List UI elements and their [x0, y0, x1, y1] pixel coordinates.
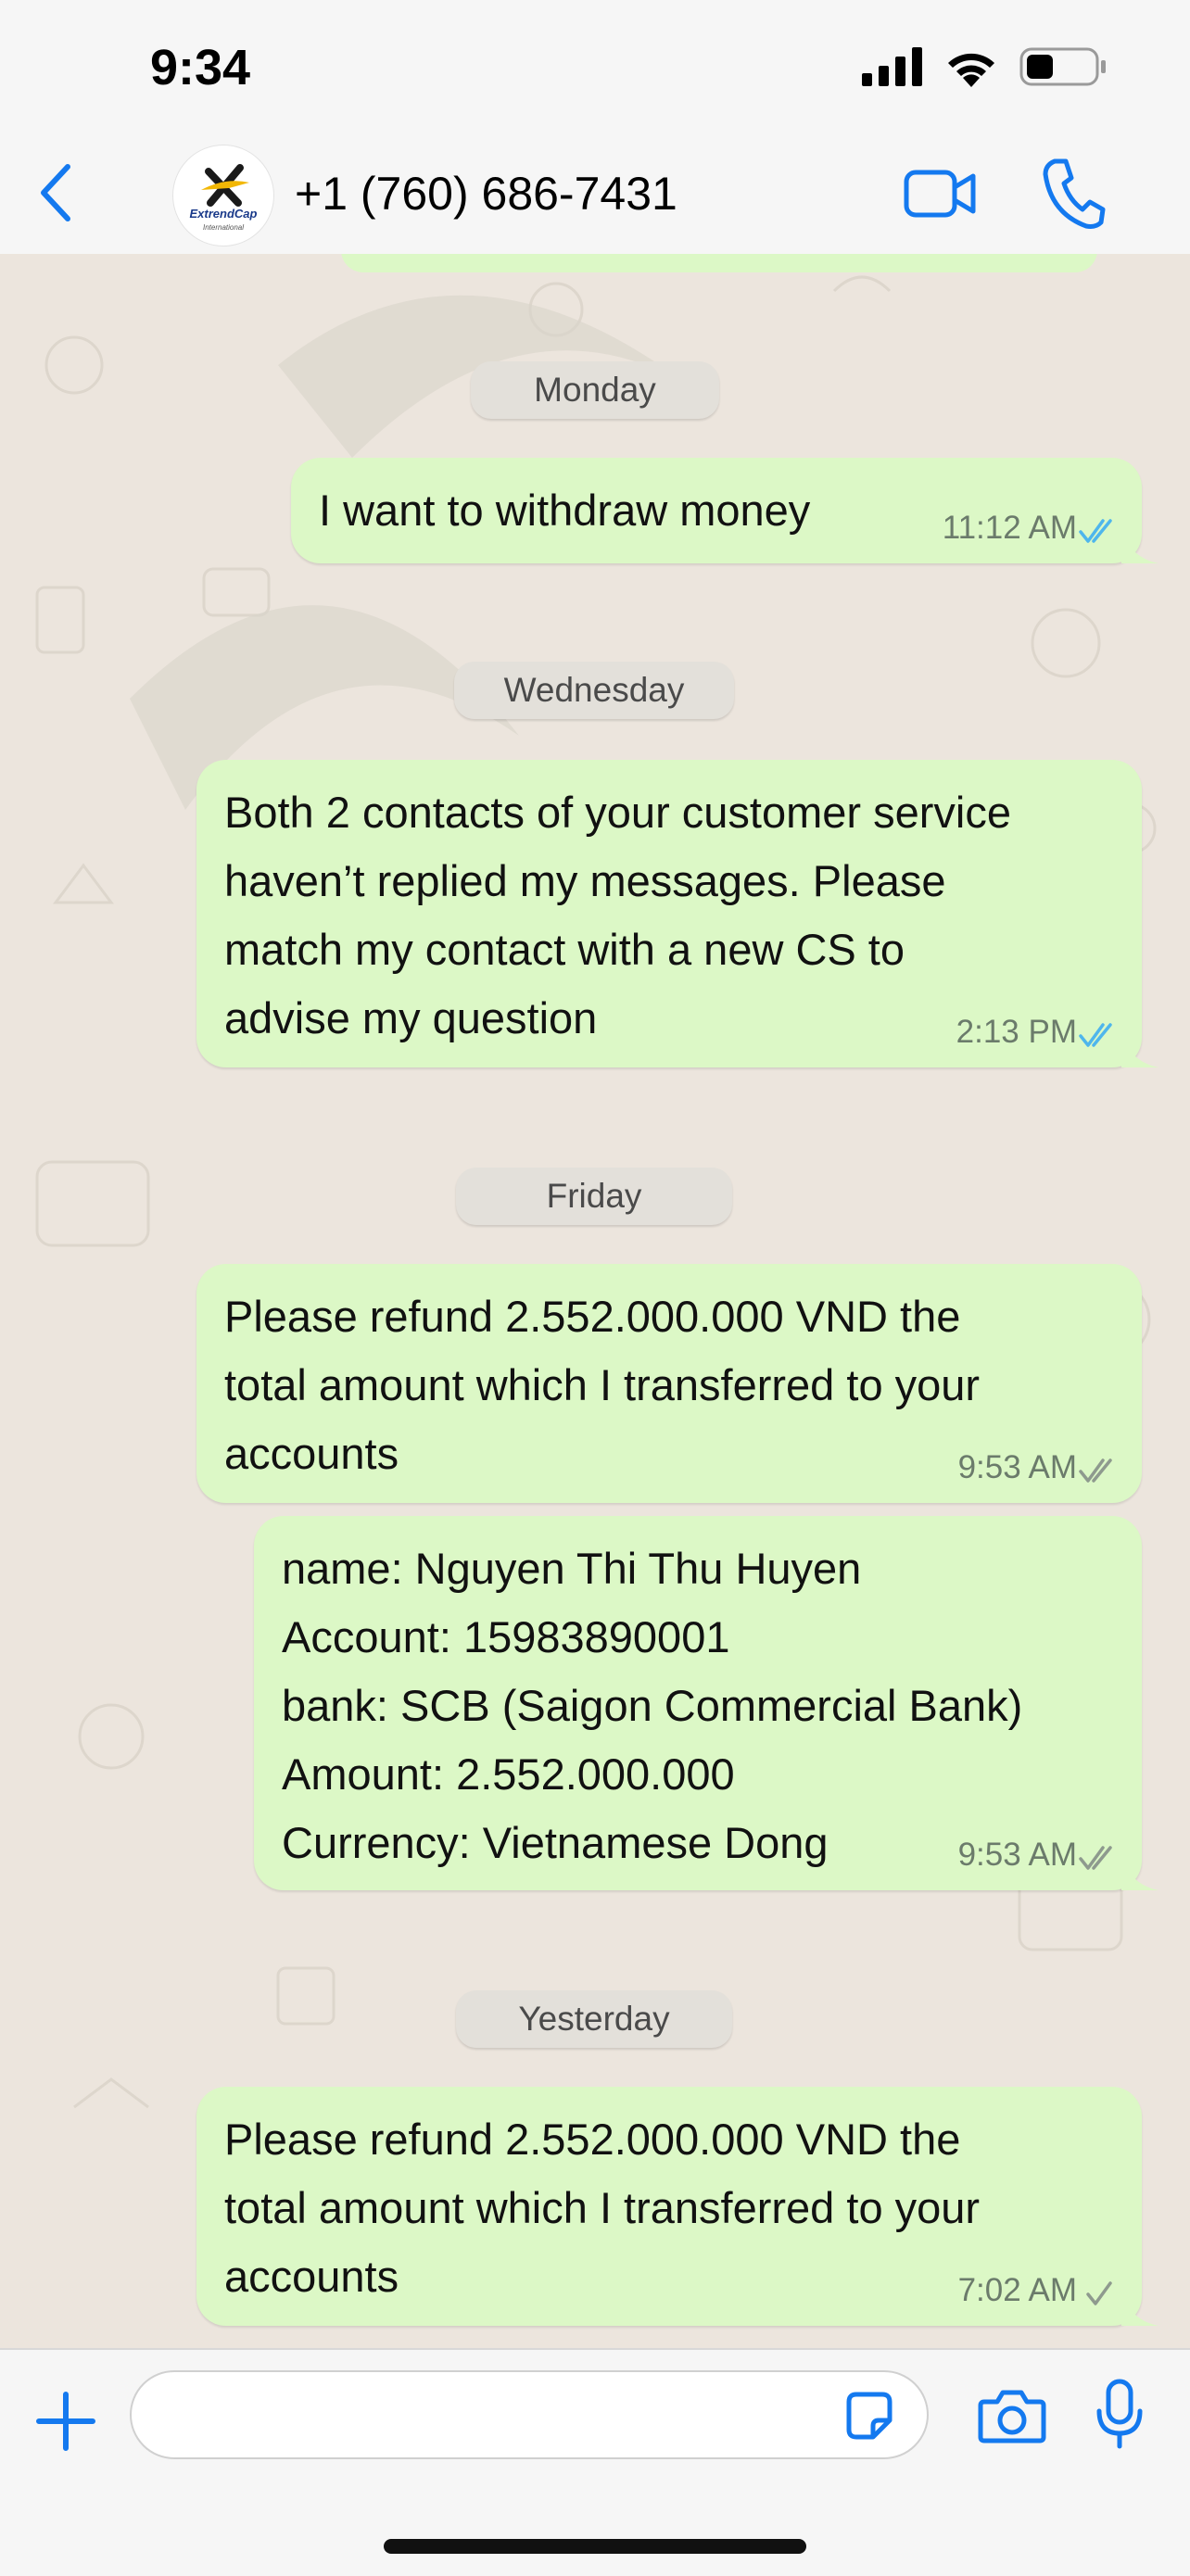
day-separator: Monday — [471, 361, 719, 419]
message-time: 11:12 AM — [942, 510, 1077, 546]
camera-button[interactable] — [977, 2385, 1047, 2446]
svg-text:International: International — [203, 223, 244, 232]
video-camera-icon — [904, 170, 976, 218]
message-bubble[interactable]: Please refund 2.552.000.000 VND the tota… — [196, 1264, 1142, 1503]
home-indicator[interactable] — [384, 2539, 806, 2554]
message-text: I want to withdraw money — [319, 486, 811, 535]
attach-button[interactable] — [33, 2389, 98, 2454]
bubble-tail — [1121, 2292, 1158, 2326]
message-bubble[interactable]: name: Nguyen Thi Thu Huyen Account: 1598… — [254, 1516, 1158, 1890]
sticker-button[interactable] — [842, 2389, 897, 2444]
message-time: 9:53 AM — [957, 1449, 1077, 1485]
single-check-sent-icon — [1086, 2281, 1112, 2305]
voice-call-button[interactable] — [1042, 156, 1107, 230]
extrendcap-logo: ExtrendCap International — [190, 164, 258, 232]
bubble-tail — [1121, 530, 1158, 563]
wifi-icon — [948, 53, 994, 87]
sticker-icon — [846, 2392, 892, 2440]
chevron-left-icon — [41, 164, 70, 221]
message-time: 2:13 PM — [956, 1014, 1077, 1050]
message-text: Both 2 contacts of your customer service… — [224, 788, 1011, 1042]
status-bar: 9:34 — [0, 0, 1190, 139]
battery-icon — [1019, 47, 1106, 86]
message-text: Please refund 2.552.000.000 VND the tota… — [224, 1292, 981, 1478]
bubble-tail — [1121, 1034, 1158, 1067]
previous-message-bubble — [341, 254, 1097, 272]
avatar[interactable]: ExtrendCap International — [172, 145, 274, 246]
message-bubble[interactable]: I want to withdraw money 11:12 AM — [291, 458, 1158, 563]
chat-header: ExtrendCap International +1 (760) 686-74… — [0, 139, 1190, 256]
message-bubble[interactable]: Both 2 contacts of your customer service… — [196, 760, 1158, 1067]
back-button[interactable] — [28, 156, 83, 230]
microphone-icon — [1096, 2379, 1143, 2449]
message-bubble[interactable]: Please refund 2.552.000.000 VND the tota… — [196, 2087, 1158, 2326]
message-input[interactable] — [130, 2370, 929, 2459]
message-time: 7:02 AM — [957, 2272, 1077, 2308]
microphone-button[interactable] — [1092, 2378, 1147, 2452]
cellular-signal-icon — [862, 47, 922, 86]
day-separator: Friday — [456, 1168, 732, 1225]
status-time: 9:34 — [150, 40, 251, 95]
double-check-delivered-icon — [1079, 1458, 1112, 1483]
bubble-tail — [1121, 1857, 1158, 1890]
phone-icon — [1043, 158, 1106, 229]
status-icons — [862, 46, 1108, 87]
message-time: 9:53 AM — [957, 1837, 1077, 1873]
plus-icon — [36, 2392, 95, 2451]
double-check-read-icon — [1079, 519, 1112, 543]
message-text: name: Nguyen Thi Thu Huyen Account: 1598… — [282, 1544, 1023, 1867]
message-text: Please refund 2.552.000.000 VND the tota… — [224, 2115, 981, 2301]
double-check-delivered-icon — [1079, 1846, 1112, 1870]
chat-area[interactable]: Monday I want to withdraw money 11:12 AM… — [0, 254, 1190, 2348]
day-separator: Yesterday — [456, 1990, 732, 2048]
video-call-button[interactable] — [903, 161, 977, 226]
contact-name[interactable]: +1 (760) 686-7431 — [295, 167, 677, 221]
camera-icon — [978, 2390, 1046, 2443]
svg-text:ExtrendCap: ExtrendCap — [190, 207, 258, 221]
double-check-read-icon — [1079, 1023, 1112, 1047]
day-separator: Wednesday — [454, 662, 734, 719]
